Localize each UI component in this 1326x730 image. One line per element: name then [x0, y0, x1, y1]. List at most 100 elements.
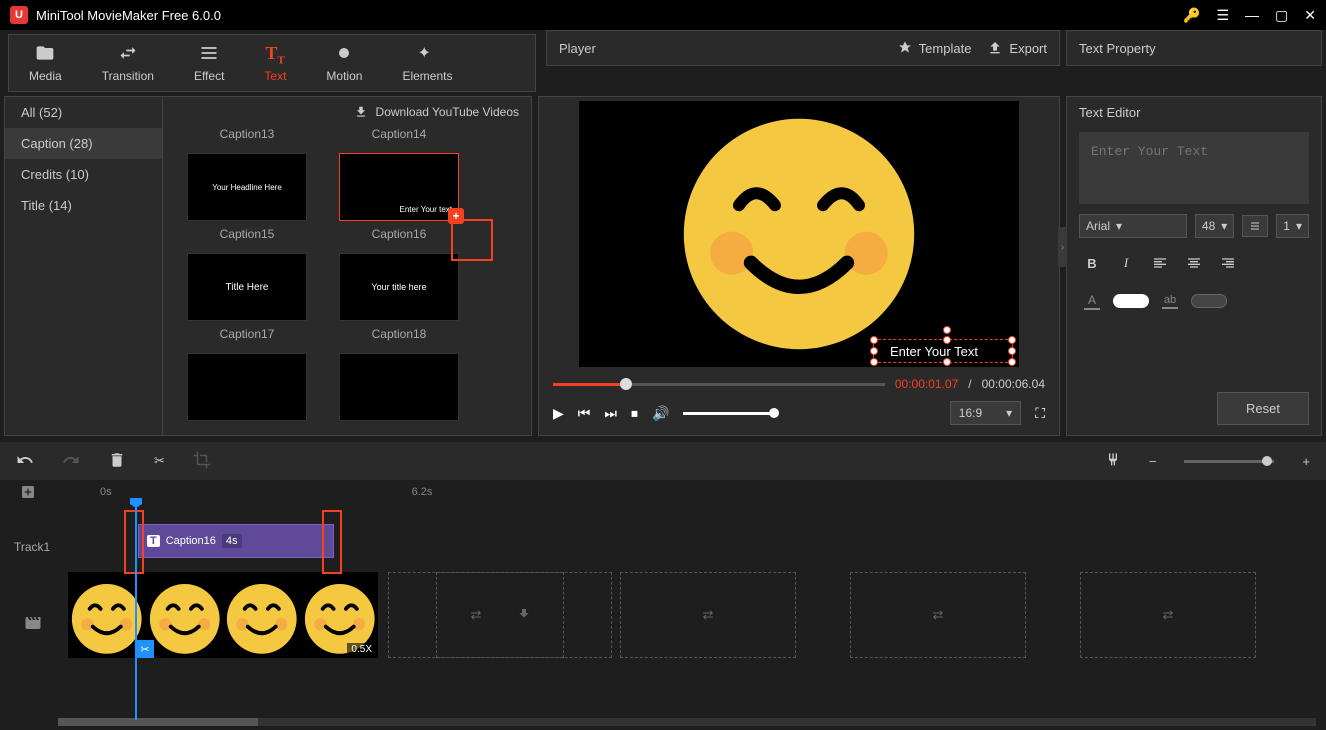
redo-button[interactable]	[62, 451, 80, 472]
download-videos-button[interactable]: Download YouTube Videos	[163, 97, 531, 127]
sidebar-caption[interactable]: Caption (28)	[5, 128, 162, 159]
thumb-label-16: Caption16	[372, 227, 427, 241]
thumb-caption20[interactable]	[339, 353, 459, 421]
snap-button[interactable]	[1105, 452, 1121, 471]
main-toolbar: Media Transition Effect TT Text Motion ✦…	[8, 34, 536, 92]
add-highlight-box	[451, 219, 493, 261]
player-controls: ▶ ⏮ ⏭ ⏹ 🔊 16:9 ▾ ⛶	[539, 397, 1059, 435]
video-track-icon	[24, 614, 42, 635]
font-select[interactable]: Arial▾	[1079, 214, 1187, 238]
toolbar-text[interactable]: TT Text	[244, 35, 306, 91]
undo-button[interactable]	[16, 451, 34, 472]
next-button[interactable]: ⏭	[604, 405, 617, 422]
collapse-tab[interactable]: ›	[1058, 227, 1067, 267]
sidebar-all[interactable]: All (52)	[5, 97, 162, 128]
drop-zone-2[interactable]	[436, 572, 612, 658]
titlebar-controls: 🔑 ☰ ― ▢ ✕	[1183, 7, 1316, 24]
template-button[interactable]: Template	[897, 40, 972, 56]
split-button[interactable]: ✂	[154, 453, 165, 469]
lineheight-select[interactable]: 1▾	[1276, 214, 1309, 238]
fullscreen-button[interactable]: ⛶	[1035, 405, 1045, 422]
toolbar-motion-label: Motion	[326, 69, 362, 83]
highlight-color-swatch[interactable]	[1191, 294, 1227, 308]
sidebar-credits[interactable]: Credits (10)	[5, 159, 162, 190]
close-button[interactable]: ✕	[1304, 7, 1316, 24]
drop-zone-4[interactable]: ⇄	[850, 572, 1026, 658]
align-center-button[interactable]	[1181, 250, 1207, 276]
thumb-caption17[interactable]: Title Here	[187, 253, 307, 321]
bold-button[interactable]: B	[1079, 250, 1105, 276]
toolbar-transition-label: Transition	[102, 69, 154, 83]
template-label: Template	[919, 41, 972, 56]
thumb-label-18: Caption18	[372, 327, 427, 341]
toolbar-transition[interactable]: Transition	[82, 35, 174, 91]
volume-slider[interactable]	[683, 412, 773, 415]
drop-zone-3[interactable]: ⇄	[620, 572, 796, 658]
app-logo: U	[10, 6, 28, 24]
thumb-caption19[interactable]	[187, 353, 307, 421]
italic-button[interactable]: I	[1113, 250, 1139, 276]
caption-clip-name: Caption16	[166, 535, 216, 547]
toolbar-media[interactable]: Media	[9, 35, 82, 91]
time-current: 00:00:01.07	[895, 377, 958, 391]
reset-button[interactable]: Reset	[1217, 392, 1309, 425]
video-clip[interactable]: 0.5X ✂	[68, 572, 378, 658]
sidebar-title[interactable]: Title (14)	[5, 190, 162, 221]
menu-icon[interactable]: ☰	[1216, 7, 1229, 24]
playback-slider[interactable]	[553, 383, 885, 386]
toolbar-effect[interactable]: Effect	[174, 35, 244, 91]
text-selection-box[interactable]: Enter Your Text	[873, 339, 1013, 363]
play-button[interactable]: ▶	[553, 405, 564, 422]
highlight-button[interactable]: ab	[1157, 288, 1183, 314]
stop-button[interactable]: ⏹	[631, 405, 638, 422]
text-input[interactable]	[1079, 132, 1309, 204]
toolbar-motion[interactable]: Motion	[306, 35, 382, 91]
clip-left-handle[interactable]	[124, 510, 144, 574]
thumb-caption18[interactable]: Your title here	[339, 253, 459, 321]
library-content: Download YouTube Videos Caption13 Captio…	[163, 97, 531, 435]
maximize-button[interactable]: ▢	[1275, 7, 1288, 24]
player-timeline: 00:00:01.07 / 00:00:06.04	[539, 371, 1059, 397]
key-icon[interactable]: 🔑	[1183, 7, 1200, 24]
chevron-down-icon: ▾	[1221, 219, 1227, 233]
caption-duration: 4s	[222, 534, 242, 548]
crop-button[interactable]	[193, 451, 211, 472]
clip-right-handle[interactable]	[322, 510, 342, 574]
time-total: 00:00:06.04	[982, 377, 1045, 391]
timeline-scrollbar[interactable]	[58, 718, 1316, 726]
delete-button[interactable]	[108, 451, 126, 472]
thumb-label-17: Caption17	[220, 327, 275, 341]
font-color-swatch[interactable]	[1113, 294, 1149, 308]
aspect-select[interactable]: 16:9 ▾	[950, 401, 1021, 425]
scissors-badge[interactable]: ✂	[136, 640, 154, 658]
add-track-icon[interactable]	[20, 484, 36, 500]
timeline-toolbar: ✂ − +	[0, 442, 1326, 480]
align-right-button[interactable]	[1215, 250, 1241, 276]
player-title: Player	[559, 41, 596, 56]
speed-badge: 0.5X	[347, 643, 376, 656]
playhead[interactable]	[135, 500, 137, 720]
zoom-in-button[interactable]: +	[1302, 454, 1310, 469]
text-editor-label: Text Editor	[1067, 97, 1321, 128]
prev-button[interactable]: ⏮	[578, 405, 591, 422]
font-color-button[interactable]: A	[1079, 288, 1105, 314]
toolbar-elements[interactable]: ✦ Elements	[382, 35, 472, 91]
caption-clip[interactable]: T Caption16 4s	[138, 524, 334, 558]
player-view[interactable]: Enter Your Text	[579, 101, 1019, 367]
toolbar-media-label: Media	[29, 69, 62, 83]
zoom-slider[interactable]	[1184, 460, 1274, 463]
size-select[interactable]: 48▾	[1195, 214, 1234, 238]
property-panel: › Text Editor Arial▾ 48▾ 1▾ B I	[1066, 96, 1322, 436]
property-header: Text Property	[1066, 30, 1322, 66]
align-left-button[interactable]	[1147, 250, 1173, 276]
timeline-ruler[interactable]: 0s 6.2s	[0, 480, 1326, 504]
minimize-button[interactable]: ―	[1245, 7, 1259, 23]
thumb-caption15[interactable]: Your Headline Here	[187, 153, 307, 221]
volume-icon[interactable]: 🔊	[652, 405, 669, 422]
export-button[interactable]: Export	[987, 40, 1047, 56]
drop-zone-5[interactable]: ⇄	[1080, 572, 1256, 658]
thumb-caption16[interactable]: Enter Your text +	[339, 153, 459, 221]
toolbar-effect-label: Effect	[194, 69, 224, 83]
zoom-out-button[interactable]: −	[1149, 454, 1157, 469]
lineheight-button[interactable]	[1242, 215, 1268, 237]
